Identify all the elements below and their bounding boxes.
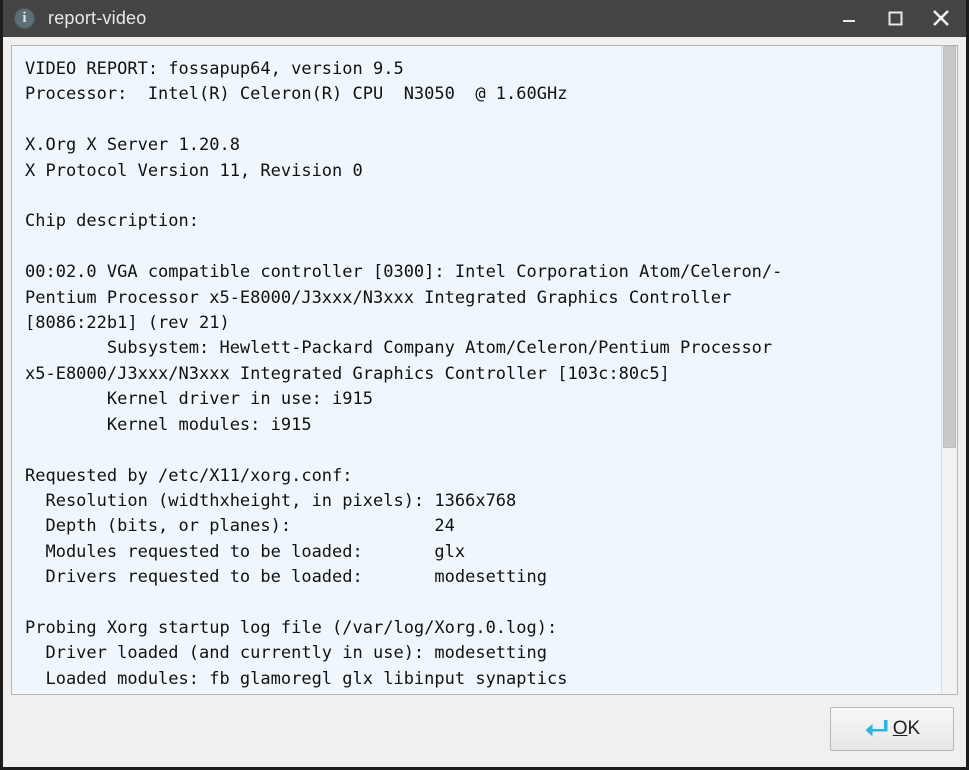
window-controls	[826, 0, 964, 36]
dialog-action-bar: OK	[3, 695, 966, 767]
ok-label-rest: K	[907, 718, 921, 739]
minimize-icon	[843, 20, 855, 22]
ok-button-label: OK	[893, 718, 920, 740]
minimize-button[interactable]	[826, 0, 872, 37]
report-textview-container: VIDEO REPORT: fossapup64, version 9.5 Pr…	[11, 45, 958, 695]
ok-accel-char: O	[892, 718, 908, 739]
maximize-button[interactable]	[872, 0, 918, 37]
close-icon	[933, 10, 949, 26]
report-textview[interactable]: VIDEO REPORT: fossapup64, version 9.5 Pr…	[12, 46, 941, 694]
info-icon-glyph: i	[22, 9, 27, 26]
scrollbar-thumb[interactable]	[943, 46, 956, 448]
window-title: report-video	[48, 7, 147, 28]
report-video-window: i report-video VIDEO REPORT: fossapup64,…	[0, 0, 969, 770]
ok-button[interactable]: OK	[830, 707, 954, 751]
info-icon: i	[14, 7, 35, 29]
window-titlebar[interactable]: i report-video	[3, 0, 966, 37]
return-arrow-icon	[865, 720, 888, 737]
close-button[interactable]	[918, 0, 964, 37]
maximize-icon	[888, 11, 903, 26]
vertical-scrollbar[interactable]	[941, 46, 957, 694]
report-text: VIDEO REPORT: fossapup64, version 9.5 Pr…	[25, 59, 783, 689]
